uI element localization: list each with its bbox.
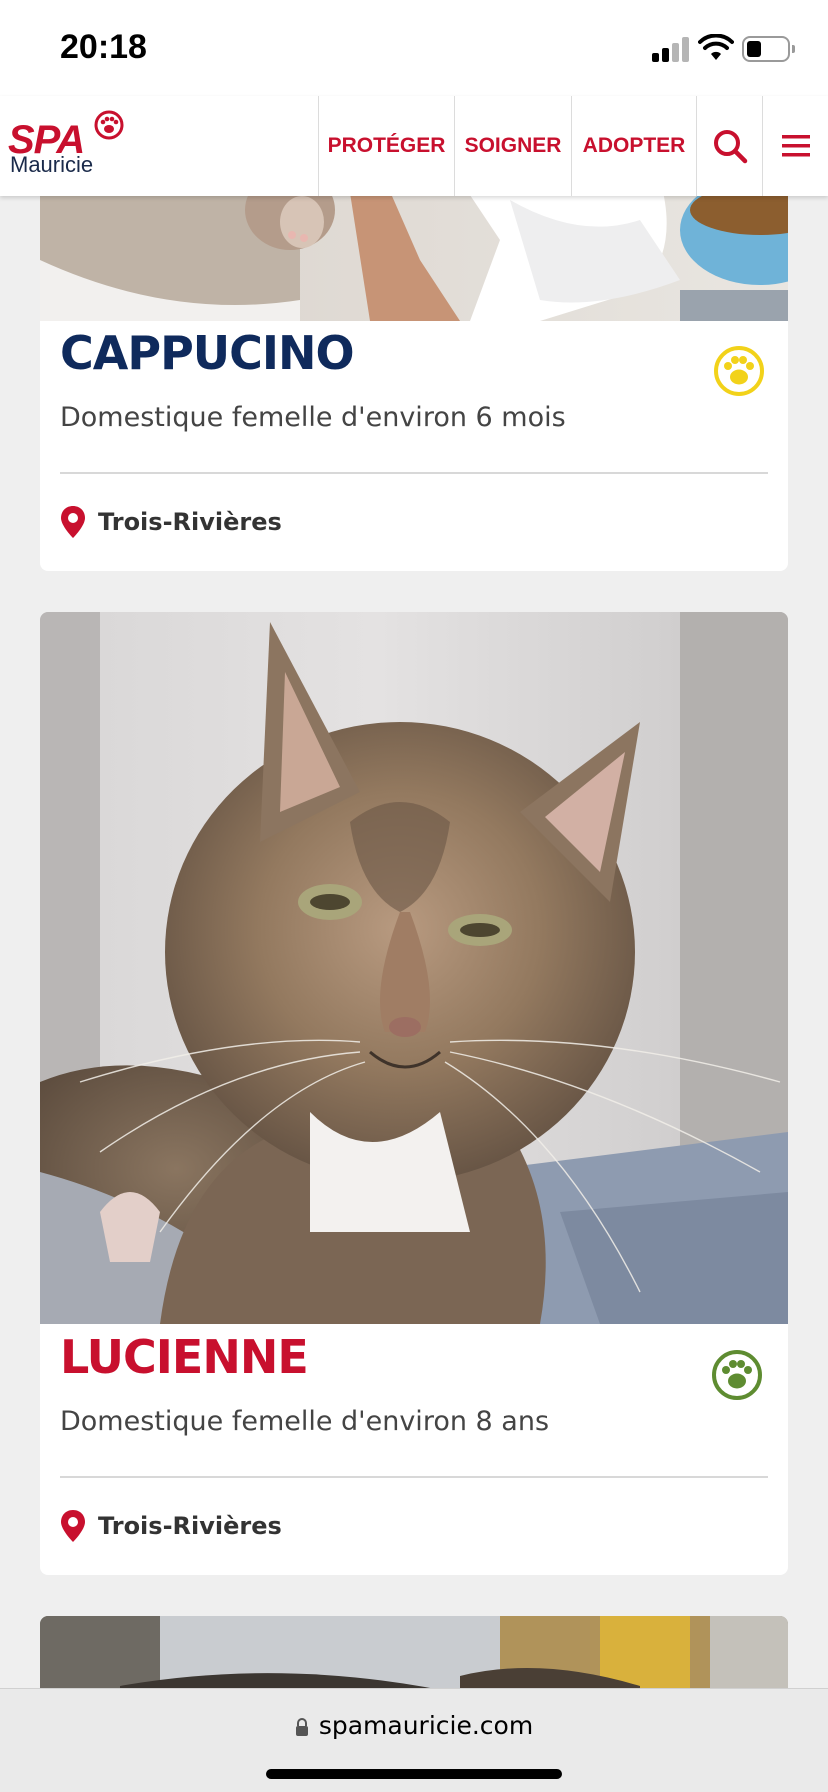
animal-description: Domestique femelle d'environ 8 ans: [60, 1406, 550, 1437]
nav-adopter[interactable]: ADOPTER: [571, 96, 696, 196]
url-text: spamauricie.com: [318, 1711, 534, 1740]
lock-icon: [295, 1718, 308, 1736]
animal-photo: [40, 612, 788, 1324]
paw-icon: [712, 1350, 762, 1400]
location-pin-icon: [61, 1510, 85, 1542]
nav-soigner[interactable]: SOIGNER: [454, 96, 571, 196]
paw-icon: [94, 110, 124, 140]
spa-mauricie-logo[interactable]: SPA Mauricie: [8, 110, 128, 186]
animal-name-text: LUCIENNE: [60, 1330, 309, 1384]
home-indicator[interactable]: [266, 1769, 562, 1779]
url-display[interactable]: spamauricie.com: [0, 1711, 828, 1740]
animal-card[interactable]: CAPPUCINO Domestique femelle d'environ 6…: [40, 180, 788, 571]
animal-description: Domestique femelle d'environ 6 mois: [60, 402, 566, 433]
phone-screen: 20:18 SPA Mauricie PROTÉGER SOIGNER ADOP…: [0, 0, 828, 1792]
menu-icon: [781, 135, 810, 157]
search-icon: [713, 130, 747, 164]
status-time: 20:18: [60, 28, 147, 66]
animal-location: Trois-Rivières: [60, 502, 282, 542]
wifi-icon: [698, 34, 734, 60]
card-divider: [60, 472, 768, 474]
logo-subtitle: Mauricie: [10, 152, 94, 177]
animal-name-text: CAPPUCINO: [60, 326, 355, 380]
animal-name[interactable]: LUCIENNE: [60, 1330, 309, 1384]
battery-icon: [742, 36, 795, 62]
animal-photo: [40, 180, 788, 321]
location-pin-icon: [61, 506, 85, 538]
search-button[interactable]: [696, 96, 762, 196]
cellular-signal-icon: [652, 37, 690, 62]
animal-location: Trois-Rivières: [60, 1506, 282, 1546]
site-header: SPA Mauricie PROTÉGER SOIGNER ADOPTER: [0, 96, 828, 196]
paw-icon: [714, 346, 764, 396]
location-text: Trois-Rivières: [98, 508, 282, 536]
animal-card[interactable]: LUCIENNE Domestique femelle d'environ 8 …: [40, 612, 788, 1575]
nav-proteger[interactable]: PROTÉGER: [318, 96, 454, 196]
main-nav: PROTÉGER SOIGNER ADOPTER: [318, 96, 828, 196]
status-bar: 20:18: [0, 0, 828, 96]
browser-url-bar[interactable]: spamauricie.com: [0, 1688, 828, 1792]
animal-name[interactable]: CAPPUCINO: [60, 326, 355, 380]
menu-button[interactable]: [762, 96, 828, 196]
card-divider: [60, 1476, 768, 1478]
location-text: Trois-Rivières: [98, 1512, 282, 1540]
